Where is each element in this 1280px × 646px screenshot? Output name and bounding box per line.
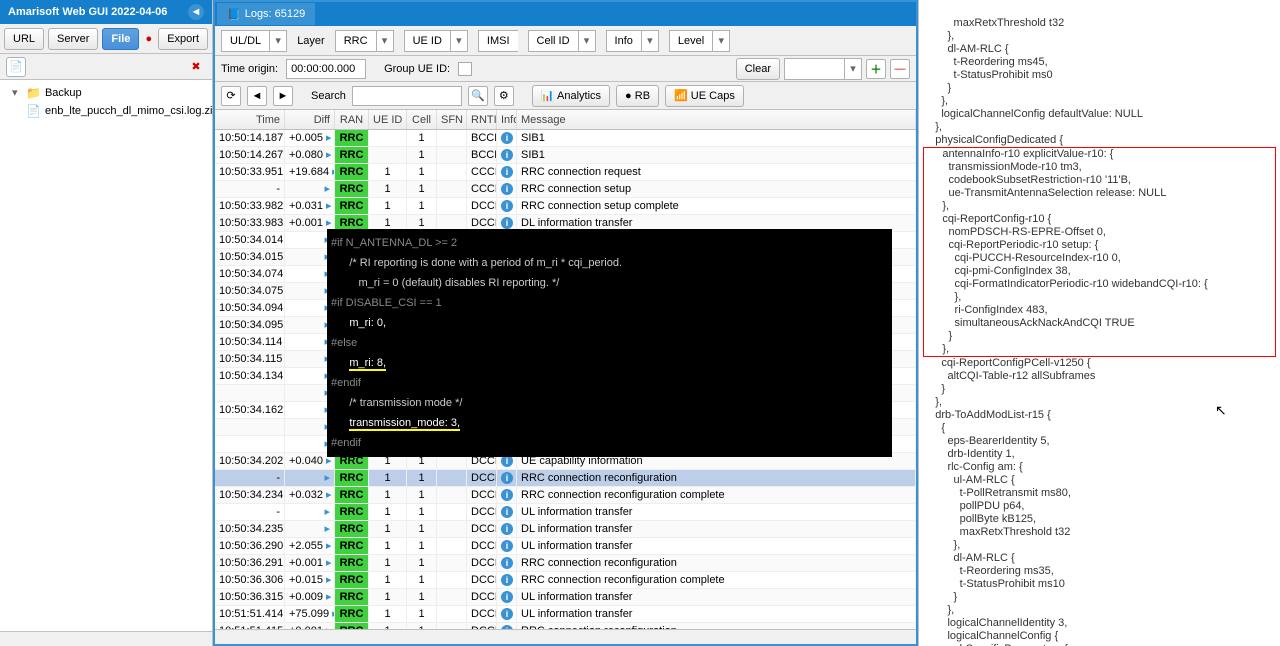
analytics-button[interactable]: 📊 Analytics — [532, 85, 610, 107]
info-icon — [501, 217, 513, 229]
info-icon — [501, 574, 513, 586]
info-icon — [501, 557, 513, 569]
tree-folder-backup[interactable]: ▾ Backup — [0, 84, 212, 102]
info-icon — [501, 523, 513, 535]
rb-button[interactable]: ● RB — [616, 85, 659, 107]
table-row[interactable]: - ▸RRC11DCCHRRC connection reconfigurati… — [215, 470, 916, 487]
group-ueid-checkbox[interactable] — [458, 62, 472, 76]
info-icon — [501, 149, 513, 161]
detail-panel[interactable]: maxRetxThreshold t32 }, dl-AM-RLC { t-Re… — [918, 0, 1280, 646]
clear-combo[interactable]: ▾ — [784, 58, 862, 80]
add-file-icon[interactable]: 📄 — [6, 57, 26, 77]
nav-prev-icon[interactable]: ◄ — [247, 86, 267, 106]
table-row[interactable]: 10:50:33.982+0.031 ▸RRC11DCCHRRC connect… — [215, 198, 916, 215]
doc-icon — [227, 8, 241, 21]
export-button[interactable]: Export — [158, 28, 208, 50]
expander-icon[interactable]: ▾ — [12, 84, 22, 102]
grid-header: Time Diff RAN UE ID Cell SFN RNTI Info M… — [215, 110, 916, 130]
table-row[interactable]: - ▸RRC11CCCHRRC connection setup — [215, 181, 916, 198]
url-button[interactable]: URL — [4, 28, 44, 50]
imsi-combo[interactable]: IMSI — [478, 30, 518, 52]
file-tree: ▾ Backup enb_lte_pucch_dl_mimo_csi.log.z… — [0, 80, 212, 631]
tab-label: Logs: 65129 — [245, 8, 306, 20]
file-label: enb_lte_pucch_dl_mimo_csi.log.zip — [45, 102, 212, 120]
table-row[interactable]: 10:50:36.315+0.009 ▸RRC11DCCHUL informat… — [215, 589, 916, 606]
table-row[interactable]: 10:50:34.234+0.032 ▸RRC11DCCHRRC connect… — [215, 487, 916, 504]
info-combo[interactable]: Info▾ — [606, 30, 659, 52]
table-row[interactable]: 10:50:36.291+0.001 ▸RRC11DCCHRRC connect… — [215, 555, 916, 572]
cursor-icon: ↖ — [1215, 404, 1227, 417]
log-grid[interactable]: 10:50:14.187+0.005 ▸RRC1BCCHSIB110:50:14… — [215, 130, 916, 629]
info-icon — [501, 591, 513, 603]
file-button[interactable]: File — [102, 28, 139, 50]
search-input[interactable] — [352, 86, 462, 106]
clear-button[interactable]: Clear — [736, 58, 780, 80]
layer-combo[interactable]: RRC▾ — [335, 30, 394, 52]
table-row[interactable]: 10:50:33.951+19.684 ▸RRC11CCCHRRC connec… — [215, 164, 916, 181]
info-icon — [501, 132, 513, 144]
folder-label: Backup — [45, 84, 82, 102]
info-icon — [501, 166, 513, 178]
search-label: Search — [311, 90, 346, 102]
table-row[interactable]: 10:50:34.235 ▸RRC11DCCHDL information tr… — [215, 521, 916, 538]
info-icon — [501, 183, 513, 195]
detail-highlight-box: antennaInfo-r10 explicitValue-r10: { tra… — [923, 147, 1276, 357]
table-row[interactable]: 10:50:14.267+0.080 ▸RRC1BCCHSIB1 — [215, 147, 916, 164]
table-row[interactable]: 10:50:36.290+2.055 ▸RRC11DCCHUL informat… — [215, 538, 916, 555]
cellid-combo[interactable]: Cell ID▾ — [528, 30, 596, 52]
minus-icon[interactable]: — — [890, 59, 910, 79]
info-icon — [501, 625, 513, 629]
table-row[interactable]: - ▸RRC11DCCHUL information transfer — [215, 504, 916, 521]
ueid-combo[interactable]: UE ID▾ — [404, 30, 468, 52]
folder-icon — [26, 84, 41, 103]
detail-pre: maxRetxThreshold t32 }, dl-AM-RLC { t-Re… — [923, 17, 1276, 147]
info-icon — [501, 200, 513, 212]
plus-icon[interactable]: ＋ — [866, 59, 886, 79]
code-overlay: #if N_ANTENNA_DL >= 2 /* RI reporting is… — [327, 229, 892, 457]
info-icon — [501, 506, 513, 518]
collapse-left-icon[interactable]: ◄ — [188, 4, 204, 20]
info-icon — [501, 472, 513, 484]
table-row[interactable]: 10:50:14.187+0.005 ▸RRC1BCCHSIB1 — [215, 130, 916, 147]
settings-icon[interactable]: ⚙ — [494, 86, 514, 106]
file-icon — [26, 102, 41, 121]
level-combo[interactable]: Level▾ — [669, 30, 730, 52]
nav-next-icon[interactable]: ► — [273, 86, 293, 106]
uecaps-button[interactable]: 📶 UE Caps — [665, 85, 744, 107]
uldl-combo[interactable]: UL/DL▾ — [221, 30, 287, 52]
tab-logs[interactable]: Logs: 65129 — [217, 3, 315, 25]
delete-icon[interactable]: ✖ — [186, 57, 206, 77]
info-icon — [501, 489, 513, 501]
detail-post: cqi-ReportConfigPCell-v1250 { altCQI-Tab… — [923, 357, 1276, 646]
refresh-icon[interactable]: ⟳ — [221, 86, 241, 106]
layer-label: Layer — [297, 35, 325, 47]
binoculars-icon[interactable]: 🔍 — [468, 86, 488, 106]
tree-file-log[interactable]: enb_lte_pucch_dl_mimo_csi.log.zip — [0, 102, 212, 120]
info-icon — [501, 540, 513, 552]
info-icon — [501, 608, 513, 620]
table-row[interactable]: 10:51:51.415+0.001 ▸RRC11DCCHRRC connect… — [215, 623, 916, 629]
warning-icon[interactable]: ● — [143, 29, 154, 49]
server-button[interactable]: Server — [48, 28, 98, 50]
app-title: Amarisoft Web GUI 2022-04-06 — [8, 0, 167, 24]
time-origin-label: Time origin: — [221, 63, 278, 75]
group-ueid-label: Group UE ID: — [384, 63, 450, 75]
table-row[interactable]: 10:50:36.306+0.015 ▸RRC11DCCHRRC connect… — [215, 572, 916, 589]
table-row[interactable]: 10:51:51.414+75.099 ▸RRC11DCCHUL informa… — [215, 606, 916, 623]
time-origin-input[interactable] — [286, 59, 366, 79]
